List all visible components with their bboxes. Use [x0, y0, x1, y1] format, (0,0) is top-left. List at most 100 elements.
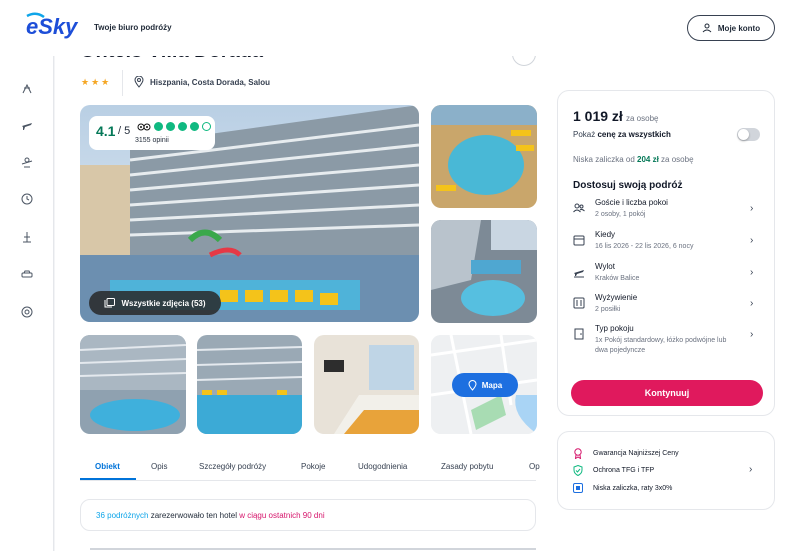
calendar-icon	[573, 235, 585, 246]
rating-score: 4.1	[96, 123, 116, 139]
hotel-photo-1[interactable]	[80, 335, 186, 434]
tab-more[interactable]: Op	[529, 462, 540, 471]
customize-title: Dostosuj swoją podróż	[573, 180, 683, 191]
guarantee-tfg: Ochrona TFG i TFP	[573, 465, 654, 476]
all-photos-button[interactable]: Wszystkie zdjęcia (53)	[89, 291, 221, 315]
tab-szczegoly[interactable]: Szczegóły podróży	[199, 462, 266, 471]
gallery-icon	[104, 298, 116, 308]
plane-icon[interactable]	[20, 118, 34, 132]
option-title: Wyżywienie	[595, 293, 638, 302]
show-total-label: Pokaż cenę za wszystkich	[573, 130, 671, 139]
rating-dot	[166, 122, 175, 131]
section-divider	[90, 548, 536, 550]
reviews-count: 3155 opinii	[135, 137, 169, 144]
continue-button[interactable]: Kontynuuj	[571, 380, 763, 406]
booked-count: 36 podróżnych	[96, 511, 149, 520]
divider	[122, 70, 123, 96]
card-icon	[573, 483, 583, 493]
rating-badge[interactable]: 4.1 / 5 3155 opinii	[89, 116, 215, 150]
tabs-divider	[80, 480, 536, 481]
hotel-photo-room[interactable]	[314, 335, 419, 434]
option-value: 1x Pokój standardowy, łóżko podwójne lub…	[595, 337, 727, 354]
guarantee-label: Ochrona TFG i TFP	[593, 467, 655, 474]
show-total-bold: cenę za wszystkich	[597, 130, 671, 139]
hotel-stars: ★★★	[81, 77, 112, 87]
sidebar	[0, 56, 54, 551]
guarantee-label: Niska zaliczka, raty 3x0%	[593, 484, 673, 492]
svg-text:eSky: eSky	[26, 14, 79, 39]
deposit-prefix: Niska zaliczka od	[573, 155, 638, 164]
car-icon[interactable]	[20, 267, 34, 281]
deposit-suffix: za osobę	[658, 155, 694, 164]
page: eSky Twoje biuro podróży Moje konto ★★★ …	[0, 0, 800, 551]
beach-icon[interactable]	[20, 81, 34, 95]
deposit-info: Niska zaliczka od 204 zł za osobę	[573, 155, 694, 164]
option-value: Kraków Balice	[595, 275, 640, 282]
booking-stats-banner: 36 podróżnych zarezerwowało ten hotel w …	[80, 499, 536, 531]
chevron-right-icon: ›	[750, 267, 754, 278]
option-title: Goście i liczba pokoi	[595, 198, 668, 207]
hotel-location[interactable]: Hiszpania, Costa Dorada, Salou	[134, 76, 270, 88]
tab-obiekt[interactable]: Obiekt	[95, 462, 120, 471]
active-tab-indicator	[80, 478, 136, 480]
option-departure[interactable]: Wylot Kraków Balice ›	[558, 262, 776, 292]
option-value: 16 lis 2026 - 22 lis 2026, 6 nocy	[595, 243, 694, 250]
tab-pokoje[interactable]: Pokoje	[301, 462, 325, 471]
pin-icon	[134, 76, 144, 88]
tripadvisor-rating	[137, 122, 211, 131]
booked-middle: zarezerwowało ten hotel	[148, 511, 240, 520]
tagline-overlay: Twoje biuro podróży	[94, 23, 172, 32]
option-title: Kiedy	[595, 230, 616, 239]
location-label: Hiszpania, Costa Dorada, Salou	[150, 77, 271, 87]
option-value: 2 posiłki	[595, 306, 621, 313]
hotel-photo-2[interactable]	[197, 335, 302, 434]
rating-of: / 5	[118, 125, 131, 137]
trips-icon[interactable]	[20, 230, 34, 244]
booked-period: w ciągu ostatnich 90 dni	[239, 511, 325, 520]
help-icon[interactable]	[20, 305, 34, 319]
guarantee-label: Gwarancja Najniższej Ceny	[593, 450, 679, 457]
option-guests[interactable]: Goście i liczba pokoi 2 osoby, 1 pokój ›	[558, 198, 776, 228]
hotel-photo-pool-top[interactable]	[431, 105, 537, 208]
shield-check-icon	[573, 465, 583, 476]
chevron-right-icon: ›	[750, 235, 754, 246]
rating-dot-empty	[202, 122, 211, 131]
tab-zasady[interactable]: Zasady pobytu	[441, 462, 493, 471]
option-title: Typ pokoju	[595, 324, 634, 333]
map-pin-icon	[468, 379, 477, 391]
door-icon	[574, 328, 584, 340]
tab-opis[interactable]: Opis	[151, 462, 167, 471]
map-button[interactable]: Mapa	[452, 373, 518, 397]
option-meals[interactable]: Wyżywienie 2 posiłki ›	[558, 293, 776, 323]
chevron-right-icon: ›	[749, 464, 753, 475]
option-title: Wylot	[595, 262, 615, 271]
guarantee-lowest-price: Gwarancja Najniższej Ceny	[573, 448, 679, 459]
rating-dot	[178, 122, 187, 131]
all-photos-label: Wszystkie zdjęcia (53)	[121, 298, 206, 308]
my-account-button-overlay[interactable]: Moje konto	[687, 15, 775, 41]
option-room-type[interactable]: Typ pokoju 1x Pokój standardowy, łóżko p…	[558, 324, 776, 368]
option-value: 2 osoby, 1 pokój	[595, 211, 646, 218]
my-account-label: Moje konto	[717, 23, 761, 33]
chevron-right-icon: ›	[750, 203, 754, 214]
chevron-right-icon: ›	[750, 298, 754, 309]
hotel-tabs: Obiekt Opis Szczegóły podróży Pokoje Udo…	[80, 458, 540, 482]
guarantees-panel[interactable]: Gwarancja Najniższej Ceny Ochrona TFG i …	[557, 431, 775, 510]
medal-icon	[574, 448, 582, 459]
esky-logo-overlay[interactable]: eSky	[24, 12, 84, 40]
hotel-photo-aerial[interactable]	[431, 220, 537, 323]
deposit-amount: 204 zł	[637, 155, 659, 164]
tab-udogodnienia[interactable]: Udogodnienia	[358, 462, 407, 471]
departure-icon	[574, 270, 584, 278]
last-minute-icon[interactable]	[20, 192, 34, 206]
guarantee-deposit: Niska zaliczka, raty 3x0%	[573, 483, 672, 493]
map-label: Mapa	[481, 380, 503, 390]
rating-dot	[190, 122, 199, 131]
show-total-toggle[interactable]	[737, 128, 760, 141]
plane-hotel-icon[interactable]	[20, 155, 34, 169]
tripadvisor-icon	[137, 123, 151, 131]
booking-panel: 1 019 zł za osobę Pokaż cenę za wszystki…	[557, 90, 775, 416]
show-total-prefix: Pokaż	[573, 130, 598, 139]
option-dates[interactable]: Kiedy 16 lis 2026 - 22 lis 2026, 6 nocy …	[558, 230, 776, 260]
price: 1 019 zł	[573, 108, 623, 124]
